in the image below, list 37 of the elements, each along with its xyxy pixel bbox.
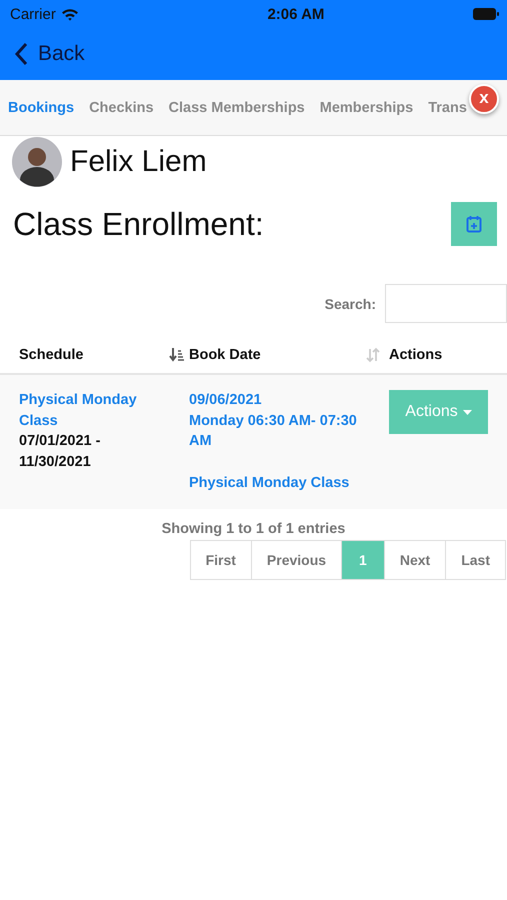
add-booking-button[interactable]	[451, 202, 497, 246]
tab[interactable]: Memberships	[320, 100, 414, 116]
search-label: Search:	[324, 296, 376, 312]
class-name: Physical Monday Class	[189, 474, 350, 492]
page-button[interactable]: Last	[445, 540, 506, 580]
section-title: Class Enrollment:	[13, 206, 264, 242]
carrier-label: Carrier	[10, 6, 56, 22]
calendar-plus-icon	[466, 215, 482, 233]
wifi-icon	[60, 8, 79, 20]
sort-icon[interactable]	[365, 347, 381, 363]
avatar	[12, 137, 62, 187]
status-time: 2:06 AM	[267, 6, 324, 22]
search-field[interactable]	[385, 284, 507, 323]
battery-icon	[473, 8, 499, 20]
column-header: Book Date	[189, 347, 261, 363]
tab[interactable]: Class Memberships	[168, 100, 305, 116]
page-button[interactable]: Previous	[250, 540, 342, 580]
close-button[interactable]: x	[469, 84, 499, 114]
schedule-link[interactable]: Physical Monday Class	[19, 390, 159, 431]
column-header: Schedule	[19, 347, 84, 363]
tab[interactable]: Bookings	[8, 100, 74, 116]
profile-name: Felix Liem	[70, 145, 207, 179]
actions-button[interactable]: Actions	[389, 390, 488, 434]
caret-icon	[462, 410, 472, 414]
back-button[interactable]: Back	[14, 42, 85, 66]
book-date-link[interactable]: 09/06/2021	[189, 390, 329, 410]
tab[interactable]: Checkins	[89, 100, 154, 116]
sort-descending-icon[interactable]	[169, 347, 185, 363]
schedule-dates: 07/01/2021 - 11/30/2021	[19, 432, 102, 472]
entries-info: Showing 1 to 1 of 1 entries	[162, 521, 346, 537]
tab[interactable]: Trans	[428, 100, 467, 116]
page-button[interactable]: First	[190, 540, 252, 580]
chevron-left-icon	[14, 42, 28, 66]
column-header: Actions	[389, 347, 442, 363]
page-button[interactable]: Next	[384, 540, 446, 580]
page-button[interactable]: 1	[341, 540, 385, 580]
book-time: Monday 06:30 AM- 07:30 AM	[189, 412, 358, 451]
